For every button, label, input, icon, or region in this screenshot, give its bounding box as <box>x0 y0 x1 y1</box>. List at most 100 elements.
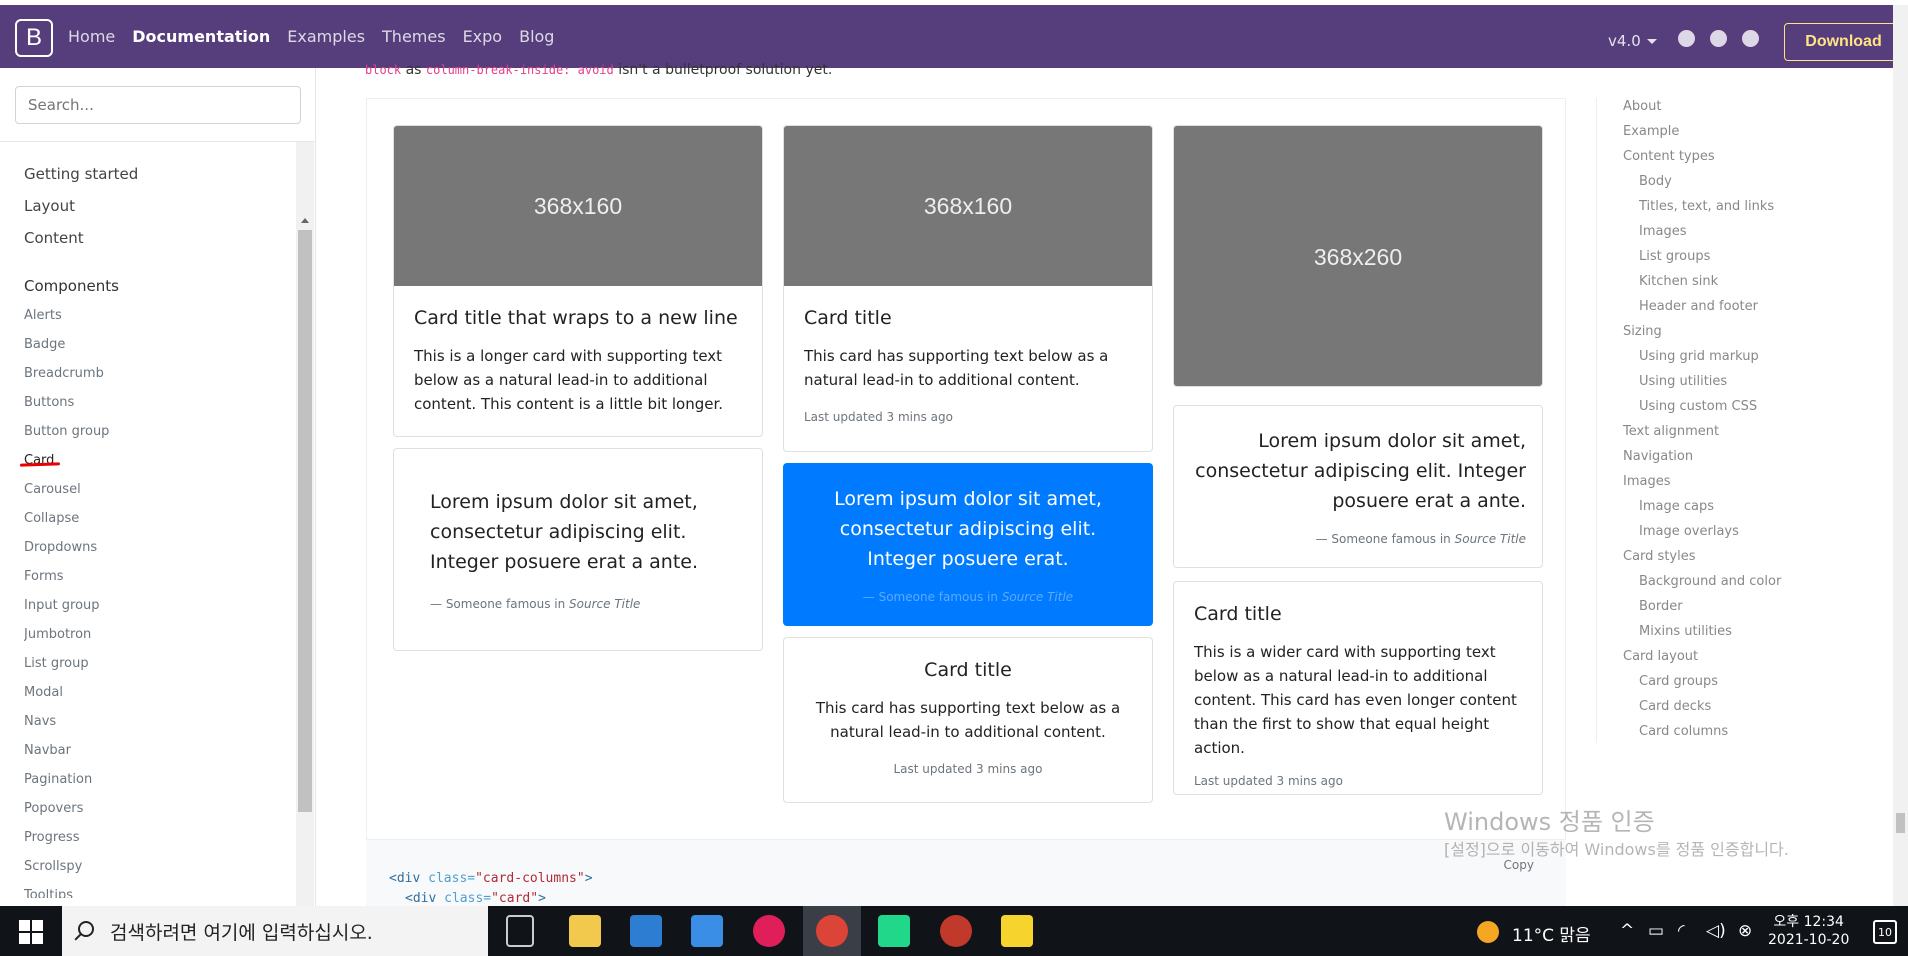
scroll-up-icon[interactable] <box>301 218 309 223</box>
sticky-notes-icon[interactable] <box>1001 915 1033 947</box>
card-text: This card has supporting text below as a… <box>815 699 1121 741</box>
sidebar-item-breadcrumb[interactable]: Breadcrumb <box>24 360 294 389</box>
sidebar-item-card[interactable]: Card <box>24 447 294 476</box>
store-icon[interactable] <box>630 915 662 947</box>
search-input[interactable] <box>15 86 301 124</box>
toc-link[interactable]: Titles, text, and links <box>1623 198 1836 223</box>
scrollbar-thumb[interactable] <box>298 230 312 812</box>
browser-page: B Home Documentation Examples Themes Expo Blo… <box>0 0 1908 956</box>
sidebar-item-list-group[interactable]: List group <box>24 650 294 679</box>
download-button[interactable]: Download <box>1784 23 1903 61</box>
taskbar-search[interactable]: 검색하려면 여기에 입력하십시오. <box>62 906 488 956</box>
toc-link[interactable]: Card styles <box>1623 548 1836 573</box>
toc-link[interactable]: Image overlays <box>1623 523 1836 548</box>
sidebar-group-getting-started[interactable]: Getting started <box>24 158 294 190</box>
system-clock[interactable]: 오후 12:34 2021-10-20 <box>1768 913 1849 949</box>
sidebar-item-collapse[interactable]: Collapse <box>24 505 294 534</box>
sidebar-scrollbar[interactable] <box>296 142 314 906</box>
toc-link[interactable]: List groups <box>1623 248 1836 273</box>
sidebar-item-button-group[interactable]: Button group <box>24 418 294 447</box>
sidebar-item-badge[interactable]: Badge <box>24 331 294 360</box>
weather-text[interactable]: 11°C 맑음 <box>1512 921 1591 946</box>
version-dropdown[interactable]: v4.0 <box>1608 32 1657 50</box>
network-icon[interactable]: ▭ <box>1648 921 1664 941</box>
copy-button[interactable]: Copy <box>1504 858 1534 872</box>
toc-link[interactable]: Card columns <box>1623 723 1836 748</box>
nav-link-blog[interactable]: Blog <box>519 27 554 46</box>
sidebar-item-buttons[interactable]: Buttons <box>24 389 294 418</box>
sidebar-item-modal[interactable]: Modal <box>24 679 294 708</box>
sidebar-item-navs[interactable]: Navs <box>24 708 294 737</box>
toc-link[interactable]: Mixins utilities <box>1623 623 1836 648</box>
nav-link-themes[interactable]: Themes <box>382 27 446 46</box>
sidebar-item-jumbotron[interactable]: Jumbotron <box>24 621 294 650</box>
blockquote-footer: — Someone famous in Source Title <box>430 597 726 611</box>
sidebar-item-carousel[interactable]: Carousel <box>24 476 294 505</box>
volume-icon[interactable]: ◁) <box>1706 921 1726 941</box>
toc-link[interactable]: Navigation <box>1623 448 1836 473</box>
nav-link-expo[interactable]: Expo <box>463 27 503 46</box>
file-explorer-icon[interactable] <box>569 915 601 947</box>
card-blockquote: Lorem ipsum dolor sit amet, consectetur … <box>393 448 763 651</box>
notification-icon[interactable]: 10 <box>1873 920 1897 944</box>
toc-link[interactable]: About <box>1623 98 1836 123</box>
sidebar-item-navbar[interactable]: Navbar <box>24 737 294 766</box>
toc-link[interactable]: Using custom CSS <box>1623 398 1836 423</box>
wifi-icon[interactable]: ◜ <box>1678 921 1685 941</box>
toc-link[interactable]: Header and footer <box>1623 298 1836 323</box>
slack-app-icon[interactable] <box>753 915 785 947</box>
nav-link-documentation[interactable]: Documentation <box>132 27 270 46</box>
sidebar-group-layout[interactable]: Layout <box>24 190 294 222</box>
sidebar-item-input-group[interactable]: Input group <box>24 592 294 621</box>
task-view-icon[interactable] <box>506 915 534 947</box>
toc-link[interactable]: Sizing <box>1623 323 1836 348</box>
toc-link[interactable]: Body <box>1623 173 1836 198</box>
footer-text: — Someone famous in <box>1315 532 1455 546</box>
ime-close-icon[interactable]: ⊗ <box>1738 921 1752 941</box>
nav-link-home[interactable]: Home <box>68 27 115 46</box>
toc-link[interactable]: Border <box>1623 598 1836 623</box>
toc-link[interactable]: Background and color <box>1623 573 1836 598</box>
sidebar-item-tooltips[interactable]: Tooltips <box>24 882 294 898</box>
sidebar-item-scrollspy[interactable]: Scrollspy <box>24 853 294 882</box>
slack-icon[interactable] <box>1742 30 1759 47</box>
sidebar-item-alerts[interactable]: Alerts <box>24 302 294 331</box>
tray-chevron-up-icon[interactable]: ^ <box>1620 921 1634 941</box>
chrome-icon[interactable] <box>816 915 848 947</box>
paint-icon[interactable] <box>940 915 972 947</box>
toc-link[interactable]: Example <box>1623 123 1836 148</box>
sidebar-item-dropdowns[interactable]: Dropdowns <box>24 534 294 563</box>
sidebar-item-pagination[interactable]: Pagination <box>24 766 294 795</box>
github-icon[interactable] <box>1678 30 1695 47</box>
weather-sun-icon[interactable] <box>1477 921 1499 943</box>
toc-link[interactable]: Images <box>1623 223 1836 248</box>
toc-link[interactable]: Card layout <box>1623 648 1836 673</box>
toc-link[interactable]: Using utilities <box>1623 373 1836 398</box>
toc-link[interactable]: Content types <box>1623 148 1836 173</box>
sidebar-item-popovers[interactable]: Popovers <box>24 795 294 824</box>
scrollbar-thumb[interactable] <box>1896 813 1905 833</box>
taskbar-search-placeholder: 검색하려면 여기에 입력하십시오. <box>110 921 373 944</box>
toc-link[interactable]: Images <box>1623 473 1836 498</box>
toc-link[interactable]: Image caps <box>1623 498 1836 523</box>
nav-link-examples[interactable]: Examples <box>287 27 365 46</box>
bootstrap-logo[interactable]: B <box>15 19 53 57</box>
toc-link[interactable]: Card groups <box>1623 673 1836 698</box>
sidebar-item-progress[interactable]: Progress <box>24 824 294 853</box>
page-scrollbar[interactable] <box>1893 5 1908 906</box>
sidebar: Getting startedLayoutContent ComponentsAl… <box>0 68 316 906</box>
mail-icon[interactable] <box>691 915 723 947</box>
toc-link[interactable]: Text alignment <box>1623 423 1836 448</box>
code-tag: > <box>538 891 546 906</box>
card-body: Card title This card has supporting text… <box>784 638 1152 796</box>
toc-link[interactable]: Using grid markup <box>1623 348 1836 373</box>
sidebar-group-components[interactable]: Components <box>24 270 294 302</box>
pycharm-icon[interactable] <box>878 915 910 947</box>
sidebar-item-forms[interactable]: Forms <box>24 563 294 592</box>
twitter-icon[interactable] <box>1710 30 1727 47</box>
windows-start-icon[interactable] <box>19 920 43 944</box>
toc-link[interactable]: Kitchen sink <box>1623 273 1836 298</box>
footer-text: — Someone famous in <box>430 597 570 611</box>
toc-link[interactable]: Card decks <box>1623 698 1836 723</box>
sidebar-group-content[interactable]: Content <box>24 222 294 254</box>
